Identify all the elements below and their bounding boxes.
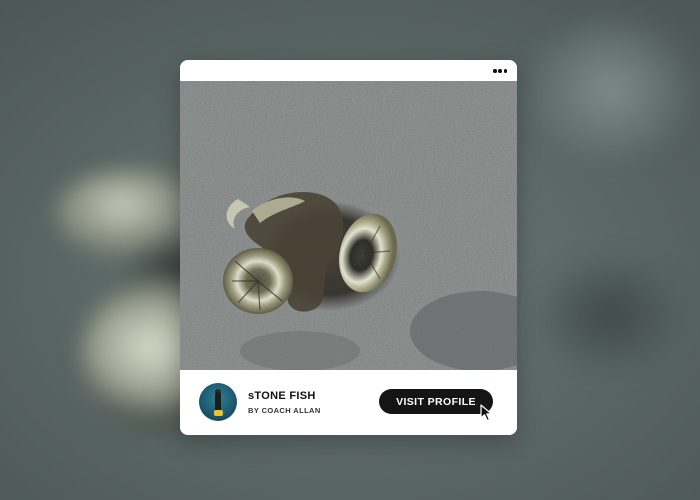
profile-author: BY COACH ALLAN [248, 406, 321, 415]
visit-profile-button[interactable]: VISIT PROFILE [379, 389, 493, 414]
diver-fins [214, 410, 223, 416]
card-footer: sTONE FISH BY COACH ALLAN VISIT PROFILE [180, 370, 517, 435]
pointer-cursor-icon [480, 404, 493, 422]
background-blur-dark [530, 250, 690, 380]
profile-avatar[interactable] [199, 383, 237, 421]
stonefish-illustration [180, 81, 517, 370]
post-photo [180, 81, 517, 370]
diver-body [215, 392, 221, 412]
profile-card: sTONE FISH BY COACH ALLAN VISIT PROFILE [180, 60, 517, 435]
profile-name[interactable]: sTONE FISH [248, 390, 316, 402]
card-header [180, 60, 517, 81]
background-blur-light [520, 10, 700, 170]
more-options-icon[interactable] [493, 68, 507, 74]
